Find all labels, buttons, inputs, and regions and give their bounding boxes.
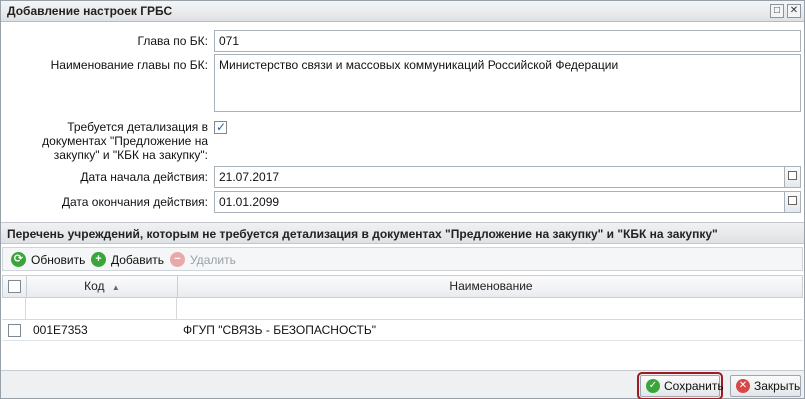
sort-asc-icon: ▲ [111, 283, 120, 292]
naim-field[interactable]: Министерство связи и массовых коммуникац… [214, 54, 801, 112]
end-date-field[interactable]: 01.01.2099 [214, 191, 801, 213]
grid-toolbar: ⟳ Обновить + Добавить − Удалить [2, 247, 803, 271]
refresh-label: Обновить [31, 253, 86, 267]
delete-button[interactable]: − Удалить [170, 251, 238, 269]
detail-label-1: Требуется детализация в [67, 120, 208, 134]
cancel-icon: ✕ [736, 379, 750, 393]
naim-row: Наименование главы по БК: Министерство с… [1, 54, 804, 112]
dialog-titlebar[interactable]: Добавление настроек ГРБС □ ✕ [1, 1, 804, 22]
end-date-value: 01.01.2099 [219, 195, 280, 209]
column-name[interactable]: Наименование [178, 276, 804, 297]
start-date-row: Дата начала действия: 21.07.2017 [1, 166, 804, 188]
naim-value: Министерство связи и массовых коммуникац… [219, 58, 619, 72]
select-all-cell [3, 276, 27, 297]
refresh-icon: ⟳ [11, 252, 26, 267]
start-date-value: 21.07.2017 [219, 170, 280, 184]
delete-label: Удалить [190, 253, 236, 267]
check-icon: ✓ [646, 379, 660, 393]
naim-label: Наименование главы по БК: [50, 58, 208, 72]
close-label[interactable]: Закрыть [754, 376, 800, 396]
select-all-checkbox[interactable] [8, 280, 21, 293]
dialog-title: Добавление настроек ГРБС [7, 4, 173, 18]
detail-row: Требуется детализация в документах "Пред… [1, 120, 804, 162]
row-checkbox[interactable] [8, 324, 21, 337]
row-name: ФГУП "СВЯЗЬ - БЕЗОПАСНОСТЬ" [183, 323, 377, 337]
column-code-label: Код [84, 279, 105, 293]
close-window-button[interactable]: ✕ [787, 4, 801, 18]
dialog-footer: ✓ Сохранить ✕ Закрыть [1, 370, 804, 399]
save-button[interactable]: ✓ Сохранить [637, 372, 724, 399]
glava-field[interactable]: 071 [214, 30, 801, 52]
close-button[interactable]: ✕ Закрыть [730, 375, 801, 397]
detail-checkbox[interactable] [214, 120, 227, 134]
column-code[interactable]: Код ▲ [27, 276, 178, 297]
start-date-field[interactable]: 21.07.2017 [214, 166, 801, 188]
glava-label: Глава по БК: [137, 34, 208, 48]
maximize-button[interactable]: □ [770, 4, 784, 18]
detail-label-3: закупку" и "КБК на закупку": [53, 148, 208, 162]
refresh-button[interactable]: ⟳ Обновить [11, 251, 86, 269]
grid-filter-row [2, 298, 803, 320]
table-row[interactable]: 001E7353 ФГУП "СВЯЗЬ - БЕЗОПАСНОСТЬ" [2, 320, 803, 341]
start-date-label: Дата начала действия: [80, 170, 208, 184]
column-name-label: Наименование [449, 279, 533, 293]
glava-value: 071 [219, 34, 240, 48]
filter-spacer [2, 298, 26, 320]
glava-row: Глава по БК: 071 [1, 30, 804, 52]
row-code: 001E7353 [33, 323, 88, 337]
delete-icon: − [170, 252, 185, 267]
section-title: Перечень учреждений, которым не требуетс… [7, 227, 718, 241]
end-date-label: Дата окончания действия: [61, 195, 208, 209]
add-icon: + [91, 252, 106, 267]
calendar-icon[interactable] [784, 167, 800, 187]
calendar-icon[interactable] [784, 192, 800, 212]
end-date-row: Дата окончания действия: 01.01.2099 [1, 191, 804, 213]
detail-label-2: документах "Предложение на [42, 134, 208, 148]
add-button[interactable]: + Добавить [91, 251, 165, 269]
code-filter-input[interactable] [26, 298, 177, 320]
settings-dialog: Добавление настроек ГРБС □ ✕ Глава по БК… [0, 0, 805, 399]
save-label[interactable]: Сохранить [664, 376, 724, 396]
section-header: Перечень учреждений, которым не требуетс… [1, 222, 804, 244]
name-filter-input[interactable] [177, 298, 803, 320]
add-label: Добавить [111, 253, 165, 267]
grid-header: Код ▲ Наименование [2, 275, 803, 298]
